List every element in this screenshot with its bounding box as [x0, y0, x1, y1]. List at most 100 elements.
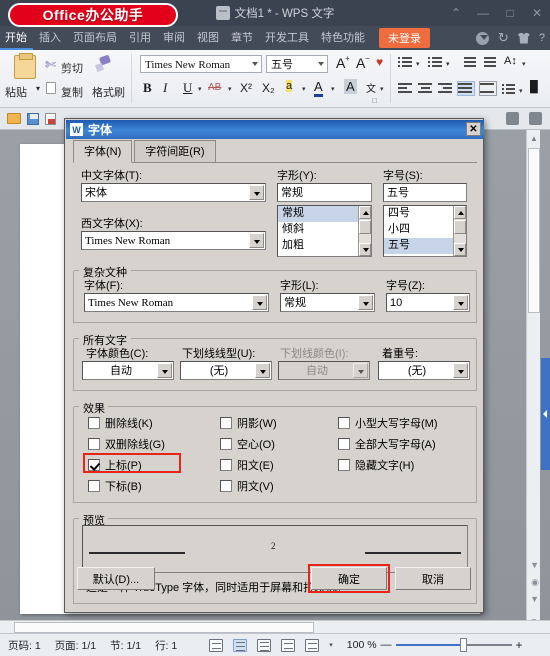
emphasis-mark-chevron-down-icon[interactable] — [453, 363, 468, 378]
tab-review[interactable]: 审阅 — [157, 26, 191, 50]
zoom-level-label[interactable]: 100 % — [347, 639, 377, 651]
font-style-listbox[interactable]: 常规 倾斜 加粗 — [277, 205, 372, 257]
emphasis-mark-select[interactable]: (无) — [378, 361, 470, 380]
font-style-scrollbar[interactable] — [358, 206, 371, 256]
cloud-sync-icon[interactable] — [475, 31, 489, 45]
underline-style-chevron-down-icon[interactable] — [255, 363, 270, 378]
grow-font-icon[interactable]: A — [336, 55, 345, 71]
underline-button[interactable]: U — [183, 80, 192, 96]
zoom-in-button[interactable]: + — [516, 638, 523, 652]
font-dialog-launcher[interactable]: □ — [372, 96, 380, 105]
table-insert-icon[interactable] — [506, 112, 519, 125]
checkbox-superscript[interactable]: 上标(P) — [88, 457, 142, 473]
western-font-input[interactable]: Times New Roman — [81, 231, 266, 250]
font-name-box[interactable]: Times New Roman — [140, 55, 262, 73]
scroll-next-page-icon[interactable]: ▼ — [530, 594, 539, 604]
login-button[interactable]: 未登录 — [379, 28, 430, 48]
tab-page-layout[interactable]: 页面布局 — [67, 26, 123, 50]
bullet-list-chevron-down-icon[interactable]: ▾ — [416, 60, 420, 68]
strikethrough-button[interactable]: AB — [208, 82, 221, 93]
tab-view[interactable]: 视图 — [191, 26, 225, 50]
format-painter-label[interactable]: 格式刷 — [92, 84, 125, 100]
checkbox-engrave[interactable]: 阴文(V) — [220, 478, 274, 494]
zoom-slider[interactable] — [395, 638, 512, 652]
checkbox-outline[interactable]: 空心(O) — [220, 436, 275, 452]
highlight-chevron-down-icon[interactable]: ▾ — [302, 85, 306, 93]
checkbox-hidden-text[interactable]: 隐藏文字(H) — [338, 457, 414, 473]
tab-character-spacing[interactable]: 字符间距(R) — [134, 140, 216, 162]
complex-font-chevron-down-icon[interactable] — [252, 295, 267, 310]
checkbox-strikethrough[interactable]: 删除线(K) — [88, 415, 153, 431]
reading-view-icon[interactable] — [305, 638, 320, 652]
checkbox-subscript[interactable]: 下标(B) — [88, 478, 142, 494]
font-size-chevron-down-icon[interactable] — [318, 62, 324, 66]
subscript-button[interactable]: X₂ — [262, 81, 275, 95]
complex-size-chevron-down-icon[interactable] — [453, 295, 468, 310]
pinyin-guide-button[interactable]: 文 — [366, 80, 376, 95]
line-spacing-chevron-down-icon[interactable]: ▾ — [519, 87, 523, 95]
numbered-list-icon[interactable] — [428, 56, 444, 69]
font-style-scroll-up-icon[interactable] — [359, 206, 371, 219]
emboss-checkbox-box[interactable] — [220, 459, 232, 471]
hidden-text-checkbox-box[interactable] — [338, 459, 350, 471]
copy-icon[interactable] — [46, 82, 56, 94]
font-dialog-close-button[interactable]: ✕ — [466, 122, 481, 136]
checkbox-emboss[interactable]: 阳文(E) — [220, 457, 274, 473]
close-button[interactable]: ✕ — [530, 6, 544, 20]
numbered-list-chevron-down-icon[interactable]: ▾ — [446, 60, 450, 68]
minimize-button[interactable]: — — [476, 6, 490, 20]
align-right-icon[interactable] — [438, 82, 454, 95]
tab-font[interactable]: 字体(N) — [73, 140, 133, 163]
tab-sections[interactable]: 章节 — [225, 26, 259, 50]
bullet-list-icon[interactable] — [398, 56, 414, 69]
font-style-scroll-thumb[interactable] — [359, 220, 371, 234]
font-size-scroll-up-icon[interactable] — [454, 206, 466, 219]
paste-dropdown-arrow[interactable]: ▾ — [36, 84, 40, 93]
chinese-font-input[interactable]: 宋体 — [81, 183, 266, 202]
skin-theme-icon[interactable] — [517, 32, 530, 44]
font-style-scroll-down-icon[interactable] — [359, 243, 371, 256]
strikethrough-checkbox-box[interactable] — [88, 417, 100, 429]
engrave-checkbox-box[interactable] — [220, 480, 232, 492]
outline-checkbox-box[interactable] — [220, 438, 232, 450]
more-commands-icon[interactable] — [529, 112, 542, 125]
refresh-icon[interactable]: ↻ — [498, 30, 509, 46]
highlight-color-button[interactable]: a — [286, 80, 293, 92]
align-center-icon[interactable] — [418, 82, 434, 95]
checkbox-double-strikethrough[interactable]: 双删除线(G) — [88, 436, 165, 452]
help-icon[interactable]: ? — [539, 32, 545, 44]
align-justify-icon[interactable] — [457, 81, 475, 96]
font-style-input[interactable]: 常规 — [277, 183, 372, 202]
outline-view-icon[interactable] — [257, 638, 272, 652]
pinyin-chevron-down-icon[interactable]: ▾ — [380, 85, 384, 93]
decrease-indent-icon[interactable] — [462, 56, 478, 69]
strikethrough-chevron-down-icon[interactable]: ▾ — [228, 85, 232, 93]
cut-icon[interactable]: ✄ — [45, 57, 56, 73]
distribute-icon[interactable] — [479, 81, 497, 96]
font-size-input[interactable]: 五号 — [383, 183, 467, 202]
character-shading-button[interactable]: A — [344, 79, 357, 94]
font-size-scroll-thumb[interactable] — [454, 220, 466, 234]
font-color-chevron-down-icon[interactable] — [157, 363, 172, 378]
open-folder-icon[interactable] — [7, 113, 21, 124]
font-name-chevron-down-icon[interactable] — [252, 62, 258, 66]
zoom-out-button[interactable]: — — [381, 639, 392, 651]
tab-special-features[interactable]: 特色功能 — [315, 26, 371, 50]
scroll-up-icon[interactable]: ▲ — [530, 134, 538, 143]
checkbox-all-caps[interactable]: 全部大写字母(A) — [338, 436, 436, 452]
shrink-font-icon[interactable]: A — [356, 55, 365, 71]
cancel-button[interactable]: 取消 — [395, 567, 471, 590]
view-chevron-down-icon[interactable]: ▾ — [329, 641, 333, 649]
subscript-checkbox-box[interactable] — [88, 480, 100, 492]
select-browse-object-icon[interactable]: ◉ — [531, 577, 539, 588]
scroll-prev-page-icon[interactable]: ▼ — [530, 560, 539, 570]
align-left-icon[interactable] — [398, 82, 414, 95]
tab-developer-tools[interactable]: 开发工具 — [259, 26, 315, 50]
checkbox-small-caps[interactable]: 小型大写字母(M) — [338, 415, 438, 431]
ribbon-collapse-icon[interactable]: ⌃ — [449, 6, 463, 20]
font-size-scrollbar[interactable] — [453, 206, 466, 256]
bold-button[interactable]: B — [143, 80, 152, 96]
task-pane-toggle[interactable] — [541, 358, 550, 470]
page-view-icon[interactable] — [233, 638, 248, 652]
superscript-checkbox-box[interactable] — [88, 459, 100, 471]
